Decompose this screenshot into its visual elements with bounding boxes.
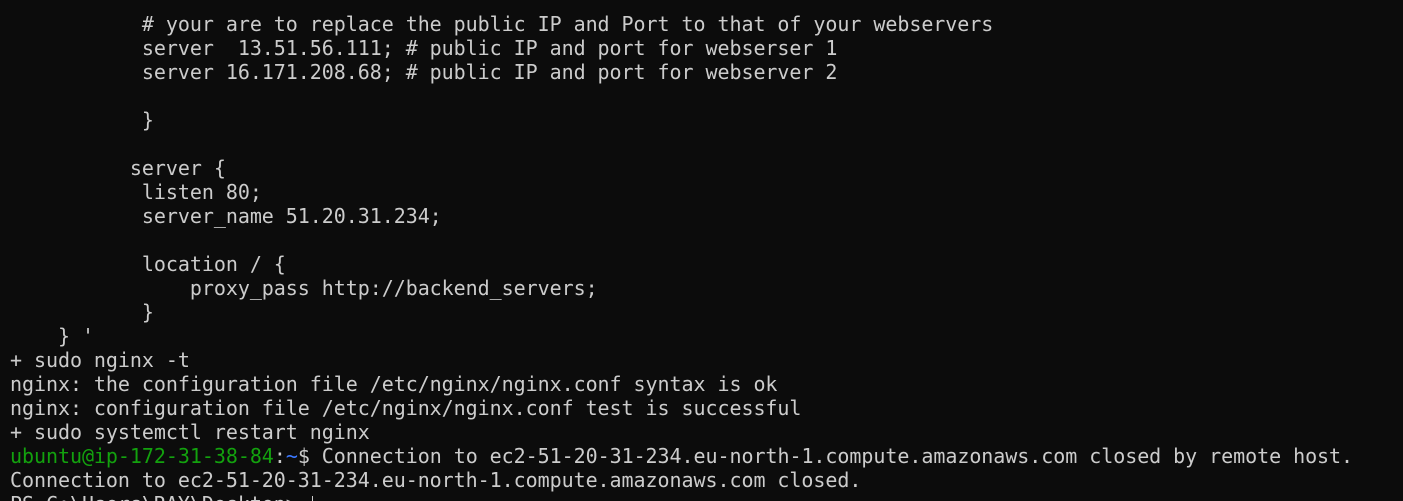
terminal-line: server {	[10, 156, 226, 180]
terminal-line: }	[10, 108, 154, 132]
prompt-user-host: ubuntu@ip-172-31-38-84	[10, 444, 274, 468]
prompt-path: ~	[285, 444, 298, 468]
terminal-line: # your are to replace the public IP and …	[10, 12, 994, 36]
terminal-line: proxy_pass http://backend_servers;	[10, 276, 598, 300]
terminal-line: listen 80;	[10, 180, 262, 204]
terminal-window[interactable]: # your are to replace the public IP and …	[0, 0, 1403, 501]
ssh-prompt-line: ubuntu@ip-172-31-38-84:~$ Connection to …	[10, 444, 1353, 468]
connection-closed-message: Connection to ec2-51-20-31-234.eu-north-…	[309, 444, 1354, 468]
terminal-line: server_name 51.20.31.234;	[10, 204, 442, 228]
terminal-line: nginx: configuration file /etc/nginx/ngi…	[10, 396, 802, 420]
terminal-line: server 13.51.56.111; # public IP and por…	[10, 36, 838, 60]
powershell-prompt-line[interactable]: PS C:\Users\RAY\Desktop>	[10, 492, 313, 501]
terminal-line: } '	[10, 324, 94, 348]
prompt-symbol: $	[297, 444, 310, 468]
terminal-line: + sudo systemctl restart nginx	[10, 420, 370, 444]
prompt-separator: :	[273, 444, 286, 468]
terminal-line: nginx: the configuration file /etc/nginx…	[10, 372, 778, 396]
text-cursor	[311, 495, 313, 501]
terminal-line: + sudo nginx -t	[10, 348, 190, 372]
terminal-line: }	[10, 300, 154, 324]
connection-closed-line: Connection to ec2-51-20-31-234.eu-north-…	[10, 468, 862, 492]
terminal-line: location / {	[10, 252, 286, 276]
terminal-line: server 16.171.208.68; # public IP and po…	[10, 60, 838, 84]
powershell-prompt: PS C:\Users\RAY\Desktop>	[10, 492, 310, 501]
